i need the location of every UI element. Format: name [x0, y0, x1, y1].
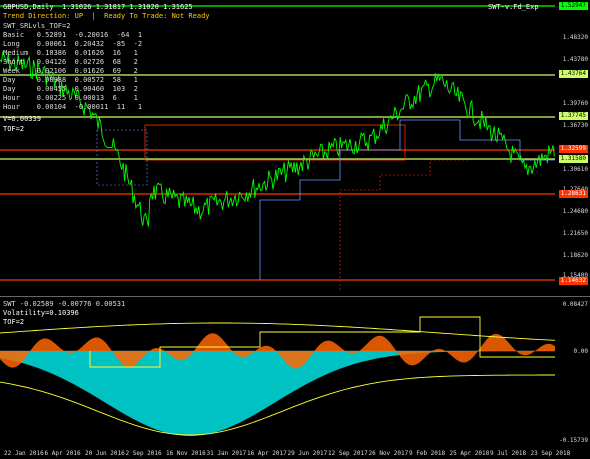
price-badge: 1.52947 — [558, 2, 588, 10]
sub-chart-plot — [0, 316, 556, 436]
indicator-table-row: Short 0.04126 0.02726 68 2 — [3, 58, 138, 66]
time-axis-label: 6 Apr 2016 — [44, 450, 81, 457]
price-badge: 1.43764 — [558, 70, 588, 78]
indicator-table-row: Medium 0.10386 0.01626 16 1 — [3, 49, 138, 57]
blue-step — [259, 119, 555, 280]
price-badge: 1.31580 — [558, 155, 588, 163]
sr-box — [144, 124, 406, 161]
time-axis-label: 2 Sep 2016 — [125, 450, 162, 457]
time-axis-label: 31 Jan 2017 — [206, 450, 247, 457]
time-axis-label: 9 Jul 2018 — [490, 450, 527, 457]
price-tick: 1.36730 — [562, 122, 588, 129]
trend-status: Trend Direction: UP | Ready To Trade: No… — [3, 12, 210, 20]
time-axis-label: 9 Feb 2018 — [409, 450, 446, 457]
cyan-area — [0, 351, 555, 436]
price-tick: 1.21650 — [562, 230, 588, 237]
time-axis-label: 23 Sep 2018 — [530, 450, 571, 457]
indicator-table-row: Long 0.00061 0.20432 -85 -2 — [3, 40, 143, 48]
price-badge: 1.37745 — [558, 112, 588, 120]
price-badge: 1.28631 — [558, 190, 588, 198]
symbol-line: GBPUSD,Daily 1.31026 1.31817 1.31020 1.3… — [3, 3, 193, 11]
time-axis-label: 12 Sep 2017 — [328, 450, 368, 457]
indicator-title: SWT_SRLvls_TOF=2 — [3, 22, 71, 30]
price-tick: 1.39760 — [562, 100, 588, 107]
time-axis-label: 25 Apr 2018 — [449, 450, 490, 457]
price-tick: 1.30610 — [562, 166, 588, 173]
time-axis-label: 16 Apr 2017 — [247, 450, 287, 457]
indicator-table-row: Hour 0.00225 0.00013 6 1 — [3, 94, 138, 102]
indicator-table-row: Day 0.00988 0.00572 58 1 — [3, 76, 138, 84]
sub-volatility: Volatility=0.10396 — [3, 309, 79, 317]
main-chart[interactable]: GBPUSD,Daily 1.31026 1.31817 1.31020 1.3… — [0, 0, 590, 296]
v-line: V=0.00339 — [3, 115, 41, 123]
sub-tick-zero: 0.00 — [573, 348, 588, 355]
price-tick: 1.24680 — [562, 208, 588, 215]
sub-chart[interactable]: SWT -0.02589 -0.00776 0.00531 Volatility… — [0, 296, 590, 447]
sub-tof: TOF=2 — [3, 318, 25, 326]
time-axis-label: 22 Jan 2016 — [4, 450, 44, 457]
tof-line: TOF=2 — [3, 125, 25, 133]
sub-title: SWT -0.02589 -0.00776 0.00531 — [3, 300, 126, 308]
price-badge: 1.14632 — [558, 277, 588, 285]
price-badge: 1.32599 — [558, 145, 588, 153]
time-axis: 22 Jan 2016 6 Apr 2016 20 Jun 2016 2 Sep 20… — [0, 446, 590, 459]
top-right-label: SWT-v.Fd_Exp — [488, 3, 539, 11]
time-axis-label: 16 Nov 2016 — [166, 450, 206, 457]
time-axis-label: 29 Jun 2017 — [287, 450, 328, 457]
time-axis-label: 20 Jun 2016 — [85, 450, 125, 457]
price-tick: 1.18620 — [562, 252, 588, 259]
indicator-table-row: Basic 0.52891 -0.20016 -64 1 — [3, 31, 143, 39]
sub-tick-bottom: -0.15739 — [559, 437, 588, 444]
indicator-table-row: Week 0.02106 0.01626 69 2 — [3, 67, 138, 75]
price-tick: 1.48320 — [562, 34, 588, 41]
sub-tick-top: 0.08427 — [562, 301, 588, 308]
price-tick: 1.43780 — [562, 56, 588, 63]
time-axis-label: 26 Nov 2017 — [368, 450, 409, 457]
sr-box — [96, 129, 148, 186]
indicator-table-row: Day 0.00455 0.00460 103 2 — [3, 85, 138, 93]
indicator-table-row: Hour 0.00104 -0.00011 11 1 — [3, 103, 143, 111]
red-step — [339, 159, 470, 290]
